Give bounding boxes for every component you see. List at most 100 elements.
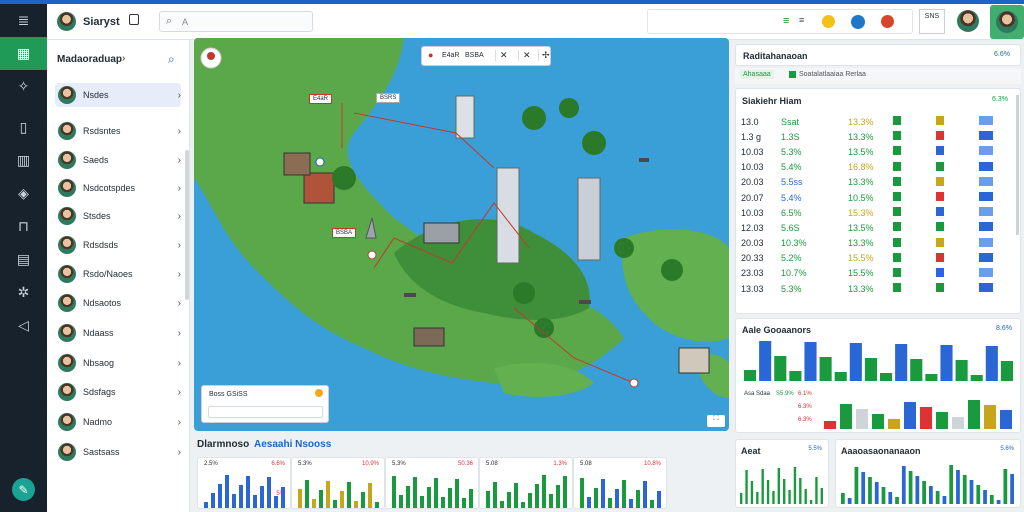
table-row[interactable]: 13.03 5.3% 13.3% <box>741 281 1019 296</box>
mini-bar <box>542 475 546 508</box>
contact-item[interactable]: Stsdes › <box>55 204 181 228</box>
table-row[interactable]: 23.03 10.7% 15.5% <box>741 266 1019 281</box>
filter-toggle-icon[interactable] <box>789 71 796 78</box>
map-pin-icon[interactable]: ● <box>428 50 433 60</box>
right-header-title: Raditahanaoan <box>743 51 808 61</box>
filter-chip[interactable]: Ahasaaa <box>740 70 774 79</box>
chart-bar <box>962 475 967 504</box>
copy-icon[interactable] <box>129 14 139 25</box>
list-icon[interactable]: ≡ <box>783 15 789 27</box>
document-icon[interactable]: ▯ <box>0 111 47 144</box>
house-red[interactable] <box>303 172 335 204</box>
contact-item[interactable]: Nsdes › <box>55 83 181 107</box>
table-row[interactable]: 20.33 5.2% 15.5% <box>741 251 1019 266</box>
contact-item[interactable]: Ndsaotos › <box>55 291 181 315</box>
user-avatar[interactable] <box>57 12 76 31</box>
search-input[interactable]: ⌕ A <box>159 11 313 32</box>
contact-item[interactable]: Rsdo/Naoes › <box>55 262 181 286</box>
map-tag-1[interactable]: E4aR <box>309 94 333 104</box>
top-bar: Siaryst ⌕ A ≡ ≡ SNS <box>47 4 1024 40</box>
mini-chart[interactable]: 2.5% 6.6% 5% <box>197 457 291 509</box>
alert-icon[interactable] <box>881 15 894 28</box>
map-label-1: E4aR <box>442 52 460 59</box>
cell-a: 12.03 <box>741 222 764 233</box>
tower-2[interactable] <box>577 177 601 261</box>
help-icon[interactable]: ✎ <box>12 478 35 501</box>
back-icon[interactable]: ◁ <box>0 309 47 342</box>
contact-item[interactable]: Rsdsntes › <box>55 119 181 143</box>
callout-status-icon <box>315 389 323 397</box>
contact-avatar <box>58 443 76 461</box>
sidebar-search-icon[interactable]: ⌕ <box>168 52 175 67</box>
folder-icon[interactable]: ⊓ <box>0 210 47 243</box>
callout-input[interactable] <box>208 406 323 418</box>
contact-item[interactable]: Nadmo › <box>55 410 181 434</box>
mini-chart[interactable]: 5.3% 50.36 <box>385 457 479 509</box>
house-brown[interactable] <box>283 152 311 176</box>
bottom-title: Dlarmnoso <box>197 439 250 450</box>
text-icon[interactable]: ≡ <box>799 15 804 25</box>
chart-bar <box>766 480 770 504</box>
map-pin-2[interactable] <box>629 378 639 388</box>
table-row[interactable]: 20.03 10.3% 13.3% <box>741 236 1019 251</box>
menu-icon[interactable]: ≣ <box>0 4 47 37</box>
contact-item[interactable]: Nsdcotspdes › <box>55 176 181 200</box>
puzzle-icon[interactable]: ✧ <box>0 70 47 103</box>
contact-item[interactable]: Ndaass › <box>55 321 181 345</box>
mini-bar <box>347 482 351 508</box>
mini-bar <box>298 489 302 508</box>
contact-item[interactable]: Sdsfags › <box>55 380 181 404</box>
contact-item[interactable]: Saeds › <box>55 148 181 172</box>
chart-bar <box>788 490 791 504</box>
map-expand-icon[interactable]: ✕ <box>495 50 508 61</box>
profile-avatar[interactable] <box>957 10 979 32</box>
title-chevron-icon[interactable]: › <box>122 53 125 64</box>
mini-chart[interactable]: 5.08 10.8% <box>573 457 667 509</box>
contact-avatar <box>58 86 76 104</box>
chart-bar <box>815 477 818 504</box>
map-tag-2[interactable]: BSRS <box>376 93 401 103</box>
settings-icon[interactable]: ✲ <box>0 276 47 309</box>
map-pin-1[interactable] <box>367 250 377 260</box>
tower-3[interactable] <box>455 95 475 139</box>
house-east[interactable] <box>678 347 710 374</box>
chart-bar <box>955 360 968 381</box>
mini-bar <box>528 493 532 508</box>
file-icon[interactable]: ▤ <box>0 243 47 276</box>
table-row[interactable]: 20.07 5.4% 10.5% <box>741 190 1019 205</box>
table-row[interactable]: 12.03 5.6S 13.5% <box>741 220 1019 235</box>
map-tag-3[interactable]: BSBA <box>332 228 357 238</box>
map-canvas[interactable] <box>194 38 729 431</box>
chart-bar <box>824 421 836 429</box>
contact-item[interactable]: Rdsdsds › <box>55 233 181 257</box>
table-row[interactable]: 1.3 g 1.3S 13.3% <box>741 129 1019 144</box>
emoji-icon[interactable] <box>822 15 835 28</box>
map-fullscreen-icon[interactable]: ⛶ <box>707 415 725 427</box>
mini-chart[interactable]: 5.08 1.3% <box>479 457 573 509</box>
table-row[interactable]: 20.03 5.5ss 13.3% <box>741 175 1019 190</box>
compass-icon[interactable] <box>851 15 865 29</box>
chart-bar <box>929 486 933 504</box>
contact-photo[interactable] <box>990 5 1024 39</box>
table-row[interactable]: 10.03 6.5% 15.3% <box>741 205 1019 220</box>
status-bar <box>979 146 993 156</box>
code-badge[interactable]: SNS <box>919 9 945 34</box>
table-row[interactable]: 10.03 5.4% 16.8% <box>741 160 1019 175</box>
map-icon[interactable]: ◈ <box>0 177 47 210</box>
map-view[interactable]: ● E4aR BSBA ✕ ✕ ✢ E4aR BSRS BSBA Boss GS… <box>194 38 729 431</box>
book-icon[interactable]: ▥ <box>0 144 47 177</box>
contact-item[interactable]: Sastsass › <box>55 440 181 464</box>
sidebar-scrollbar[interactable] <box>185 150 189 300</box>
building-grey[interactable] <box>423 222 460 244</box>
chart-bar <box>777 468 780 504</box>
dashboard-icon[interactable]: ▦ <box>0 37 47 70</box>
table-row[interactable]: 10.03 5.3% 13.5% <box>741 144 1019 159</box>
table-row[interactable]: 13.0 Ssat 13.3% <box>741 114 1019 129</box>
house-south[interactable] <box>413 327 445 347</box>
map-collapse-icon[interactable]: ✕ <box>518 50 531 61</box>
map-pin-3[interactable] <box>315 157 325 167</box>
map-fit-icon[interactable]: ✢ <box>538 50 550 61</box>
mini-chart[interactable]: 5.3% 10.9% <box>291 457 385 509</box>
contact-item[interactable]: Nbsaog › <box>55 351 181 375</box>
tower-1[interactable] <box>496 167 520 264</box>
